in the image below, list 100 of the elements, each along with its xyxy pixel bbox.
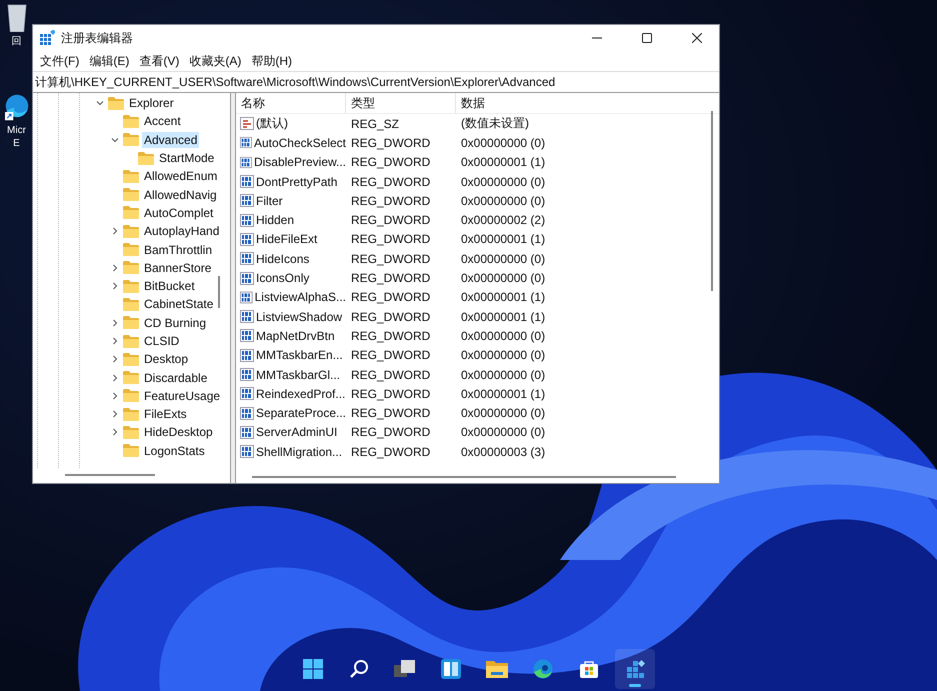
value-data-cell-text: 0x00000000 (0) [460,174,546,189]
close-icon [692,33,702,43]
tree-item[interactable]: LogonStats [142,442,207,459]
tree-item[interactable]: FeatureUsage [142,388,222,404]
tree-item[interactable]: Desktop [142,351,190,368]
chevron-icon[interactable] [96,99,104,108]
tree-item[interactable]: BannerStore [142,260,214,276]
binary-value-icon [240,252,254,266]
value-data-cell-text: 0x00000000 (0) [460,368,546,382]
tree-item[interactable]: StartMode [157,150,216,166]
tree-item[interactable]: BitBucket [142,278,197,294]
value-type-cell-text: REG_DWORD [350,444,432,459]
binary-value-icon [240,175,254,188]
task-view-icon [394,659,416,679]
value-name-cell[interactable]: Filter [256,194,283,208]
chevron-icon[interactable] [111,227,119,236]
tree-item[interactable]: BamThrottlin [142,242,214,258]
value-name-cell[interactable]: (默认) [256,115,288,132]
search-icon [348,659,368,679]
address-field[interactable]: 计算机\HKEY_CURRENT_USER\Software\Microsoft\Windows\CurrentVersion\Explorer\Advanced [33,71,719,93]
value-name-cell[interactable]: MapNetDrvBtn [256,328,335,343]
folder-icon [123,298,139,311]
value-name-cell[interactable]: ShellMigration... [256,444,342,459]
tree-item[interactable]: Advanced [142,132,200,148]
value-type-cell-text: REG_DWORD [350,174,432,189]
menu-item[interactable]: 收藏夹(A) [184,52,246,70]
tree-item[interactable]: CLSID [142,333,182,349]
chevron-icon[interactable] [111,337,119,345]
value-name-cell[interactable]: IconsOnly [256,271,310,286]
window-title: 注册表编辑器 [61,30,133,46]
folder-icon [123,280,139,293]
tree-item[interactable]: Explorer [127,95,176,112]
binary-value-icon [240,387,254,400]
value-data-cell-text: 0x00000000 (0) [460,271,546,286]
chevron-icon[interactable] [111,282,119,290]
value-name-cell[interactable]: ReindexedProf... [256,386,346,401]
folder-icon [123,426,139,439]
value-type-cell-text: REG_DWORD [350,252,432,266]
menu-item[interactable]: 帮助(H) [246,52,297,70]
browser-icon [532,659,552,679]
value-data-cell-text: 0x00000000 (0) [460,252,546,266]
chevron-icon[interactable] [111,318,119,327]
tree-item[interactable]: CD Burning [142,314,208,331]
value-type-cell-text: REG_DWORD [350,232,432,246]
value-type-cell-text: REG_DWORD [350,271,432,286]
tree-item[interactable]: FileExts [142,406,189,422]
binary-value-icon [240,290,253,304]
chevron-icon[interactable] [111,264,119,272]
chevron-icon[interactable] [111,355,119,364]
scrollbar-thumb[interactable] [711,111,713,291]
binary-value-icon [240,194,254,208]
column-header[interactable]: 类型 [346,93,456,113]
folder-icon [123,316,139,330]
column-header[interactable]: 名称 [236,93,346,113]
value-name-cell[interactable]: MMTaskbarEn... [256,348,343,362]
browser-shortcut-icon[interactable] [4,94,28,121]
chevron-icon[interactable] [111,374,119,382]
folder-icon [123,243,139,256]
tree-item[interactable]: AllowedEnum [142,168,220,184]
folder-icon [123,114,139,128]
binary-value-icon [240,445,254,458]
tree-item[interactable]: CabinetState [142,296,216,312]
chevron-icon[interactable] [111,392,119,400]
value-name-cell[interactable]: ServerAdminUI [256,425,338,440]
scrollbar-thumb[interactable] [65,474,155,476]
scrollbar-thumb[interactable] [252,476,676,478]
tree-item[interactable]: AutoComplet [142,204,216,221]
scrollbar-thumb[interactable] [218,276,220,308]
value-name-cell[interactable]: Hidden [256,213,294,228]
recycle-bin-icon[interactable] [4,2,28,32]
value-name-cell[interactable]: DisablePreview... [254,155,346,170]
value-name-cell[interactable]: DontPrettyPath [256,174,338,189]
chevron-icon[interactable] [111,410,119,418]
value-name-cell[interactable]: AutoCheckSelect [254,136,346,150]
chevron-icon[interactable] [111,428,119,436]
tree-item[interactable]: HideDesktop [142,424,215,440]
value-type-cell-text: REG_DWORD [350,155,432,170]
chevron-icon[interactable] [111,136,119,144]
folder-icon [123,188,139,202]
binary-value-icon [240,214,254,227]
value-name-cell[interactable]: SeparateProce... [256,406,346,420]
menu-item[interactable]: 编辑(E) [84,52,134,70]
tree-item[interactable]: AllowedNavig [142,186,219,203]
desktop-icon-label: 回 [12,35,22,48]
tree-item[interactable]: AutoplayHand [142,223,222,240]
value-name-cell[interactable]: HideIcons [256,252,310,266]
value-name-cell[interactable]: ListviewShadow [256,310,342,324]
value-name-cell[interactable]: MMTaskbarGl... [256,368,340,382]
menu-item[interactable]: 查看(V) [134,52,184,70]
value-name-cell[interactable]: HideFileExt [256,232,318,246]
value-type-cell-text: REG_DWORD [350,328,432,343]
value-name-cell[interactable]: ListviewAlphaS... [254,290,346,304]
folder-icon [123,352,139,366]
tree-item[interactable]: Discardable [142,370,210,386]
maximize-icon [642,33,652,43]
menu-item[interactable]: 文件(F) [35,52,84,70]
column-header[interactable]: 数据 [456,93,485,113]
value-type-cell-text: REG_DWORD [350,310,432,324]
tree-item[interactable]: Accent [142,113,183,130]
value-data-cell-text: 0x00000000 (0) [460,425,546,440]
